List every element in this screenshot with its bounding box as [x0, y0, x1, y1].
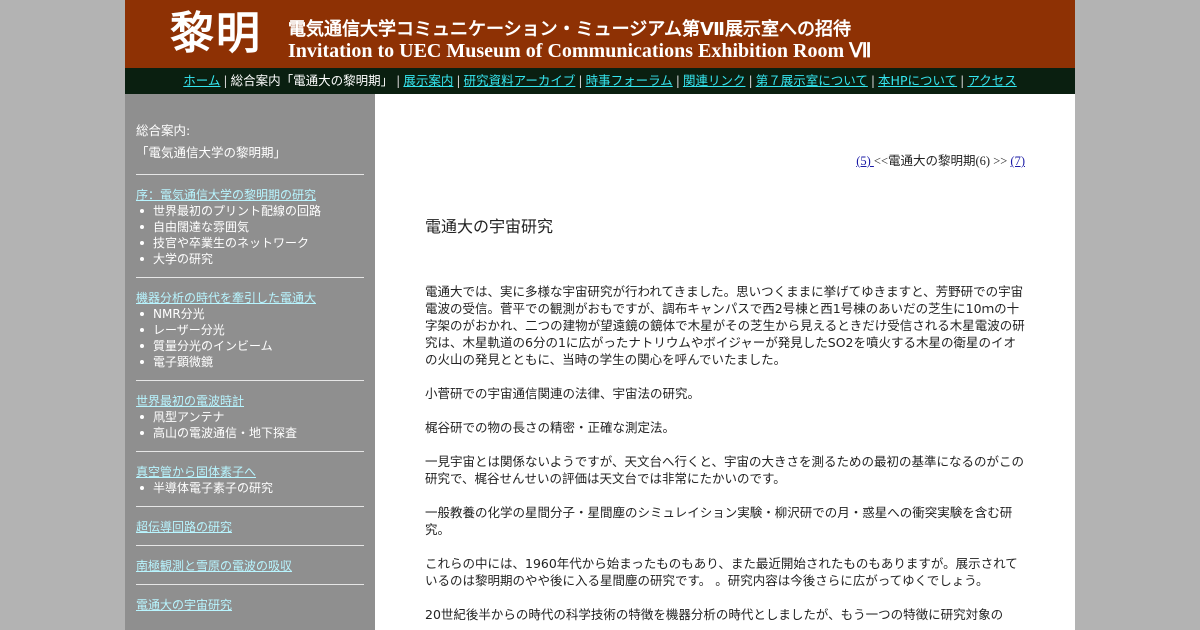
- article-paragraph: 一般教養の化学の星間分子・星間塵のシミュレイション実験・柳沢研での月・惑星への衝…: [425, 505, 1013, 537]
- list-item: 技官や卒業生のネットワーク: [136, 235, 364, 251]
- nav-room7-link[interactable]: 第７展示室について: [756, 73, 868, 88]
- site-banner: 黎明 電気通信大学コミュニケーション・ミュージアム第Ⅶ展示室への招待 Invit…: [125, 0, 1075, 68]
- main-content: (5) <<電通大の黎明期(6) >> (7) 電通大の宇宙研究 電通大では、実…: [425, 94, 1025, 630]
- list-item: 世界最初のプリント配線の回路: [136, 203, 364, 219]
- list-item: 電子顕微鏡: [136, 354, 364, 370]
- list-item: 半導体電子素子の研究: [136, 480, 364, 496]
- sidebar-section: 超伝導回路の研究: [136, 519, 364, 535]
- sidebar-lead-title: 「電気通信大学の黎明期」: [136, 145, 287, 160]
- sidebar-section-link[interactable]: 真空管から固体素子へ: [136, 465, 256, 479]
- sidebar-section: 機器分析の時代を牽引した電通大 NMR分光 レーザー分光 質量分光のインビーム …: [136, 290, 364, 370]
- sidebar-section-link[interactable]: 超伝導回路の研究: [136, 520, 232, 534]
- sidebar-section: 序：電気通信大学の黎明期の研究 世界最初のプリント配線の回路 自由闊達な雰囲気 …: [136, 187, 364, 267]
- sidebar-section: 真空管から固体素子へ 半導体電子素子の研究: [136, 464, 364, 496]
- nav-forum-link[interactable]: 時事フォーラム: [586, 73, 673, 88]
- article-paragraph: これらの中には、1960年代から始まったものもあり、また最近開始されたものもあり…: [425, 556, 1018, 588]
- nav-exhibits-link[interactable]: 展示案内: [403, 73, 453, 88]
- page-title: 電通大の宇宙研究: [425, 217, 554, 236]
- sidebar-section-link[interactable]: 世界最初の電波時計: [136, 394, 244, 408]
- sidebar-section-list: NMR分光 レーザー分光 質量分光のインビーム 電子顕微鏡: [136, 306, 364, 370]
- sidebar-section: 電通大の宇宙研究: [136, 597, 364, 613]
- nav-about-link[interactable]: 本HPについて: [878, 73, 957, 88]
- sidebar-divider: [136, 506, 364, 507]
- sidebar-divider: [136, 584, 364, 585]
- list-item: NMR分光: [136, 306, 364, 322]
- sidebar-section-list: 世界最初のプリント配線の回路 自由闊達な雰囲気 技官や卒業生のネットワーク 大学…: [136, 203, 364, 267]
- article-paragraph: 電通大では、実に多様な宇宙研究が行われてきました。思いつくままに挙げてゆきますと…: [425, 284, 1025, 367]
- nav-current-page: 総合案内「電通大の黎明期」: [230, 73, 394, 88]
- sidebar-section-link[interactable]: 南極観測と雪原の電波の吸収: [136, 559, 292, 573]
- sidebar-divider: [136, 174, 364, 175]
- nav-access-link[interactable]: アクセス: [967, 73, 1016, 88]
- list-item: 質量分光のインビーム: [136, 338, 364, 354]
- sidebar-divider: [136, 545, 364, 546]
- banner-title-jp: 電気通信大学コミュニケーション・ミュージアム第Ⅶ展示室への招待: [288, 19, 851, 40]
- sidebar-divider: [136, 380, 364, 381]
- pager-current: <<電通大の黎明期(6) >>: [873, 154, 1011, 168]
- article-paragraph: 小菅研での宇宙通信関連の法律、宇宙法の研究。: [425, 386, 701, 401]
- list-item: 高山の電波通信・地下探査: [136, 425, 364, 441]
- sidebar-lead-label: 総合案内:: [136, 123, 191, 138]
- sidebar-divider: [136, 451, 364, 452]
- page-pager: (5) <<電通大の黎明期(6) >> (7): [856, 150, 1025, 169]
- nav-archive-link[interactable]: 研究資料アーカイブ: [464, 73, 576, 88]
- sidebar: 総合案内: 「電気通信大学の黎明期」 序：電気通信大学の黎明期の研究 世界最初の…: [125, 94, 375, 630]
- sidebar-section-list: 凧型アンテナ 高山の電波通信・地下探査: [136, 409, 364, 441]
- sidebar-section-link[interactable]: 序：電気通信大学の黎明期の研究: [136, 188, 316, 202]
- top-navigation: ホーム | 総合案内「電通大の黎明期」 | 展示案内 | 研究資料アーカイブ | 時事フォーラム…: [125, 68, 1075, 94]
- banner-title-en: Invitation to UEC Museum of Communicatio…: [288, 40, 872, 62]
- nav-links-link[interactable]: 関連リンク: [683, 73, 746, 88]
- sidebar-section-link[interactable]: 電通大の宇宙研究: [136, 598, 232, 612]
- list-item: 自由闊達な雰囲気: [136, 219, 364, 235]
- sidebar-section-link[interactable]: 機器分析の時代を牽引した電通大: [136, 291, 316, 305]
- article-paragraph: 梶谷研での物の長さの精密・正確な測定法。: [425, 420, 676, 435]
- pager-next-link[interactable]: (7): [1010, 154, 1025, 168]
- article-paragraph: 20世紀後半からの時代の科学技術の特徴を機器分析の時代としましたが、もう一つの特…: [425, 607, 1004, 622]
- list-item: レーザー分光: [136, 322, 364, 338]
- sidebar-section: 南極観測と雪原の電波の吸収: [136, 558, 364, 574]
- sidebar-divider: [136, 277, 364, 278]
- list-item: 凧型アンテナ: [136, 409, 364, 425]
- article-paragraph: 一見宇宙とは関係ないようですが、天文台へ行くと、宇宙の大きさを測るための最初の基…: [425, 454, 1025, 486]
- nav-home-link[interactable]: ホーム: [183, 73, 220, 88]
- page-container: 黎明 電気通信大学コミュニケーション・ミュージアム第Ⅶ展示室への招待 Invit…: [125, 0, 1075, 630]
- article-body: 電通大では、実に多様な宇宙研究が行われてきました。思いつくままに挙げてゆきますと…: [425, 283, 1025, 630]
- pager-prev-link[interactable]: (5): [856, 154, 874, 168]
- list-item: 大学の研究: [136, 251, 364, 267]
- sidebar-section: 世界最初の電波時計 凧型アンテナ 高山の電波通信・地下探査: [136, 393, 364, 441]
- sidebar-section-list: 半導体電子素子の研究: [136, 480, 364, 496]
- banner-logo-kanji: 黎明: [170, 8, 262, 59]
